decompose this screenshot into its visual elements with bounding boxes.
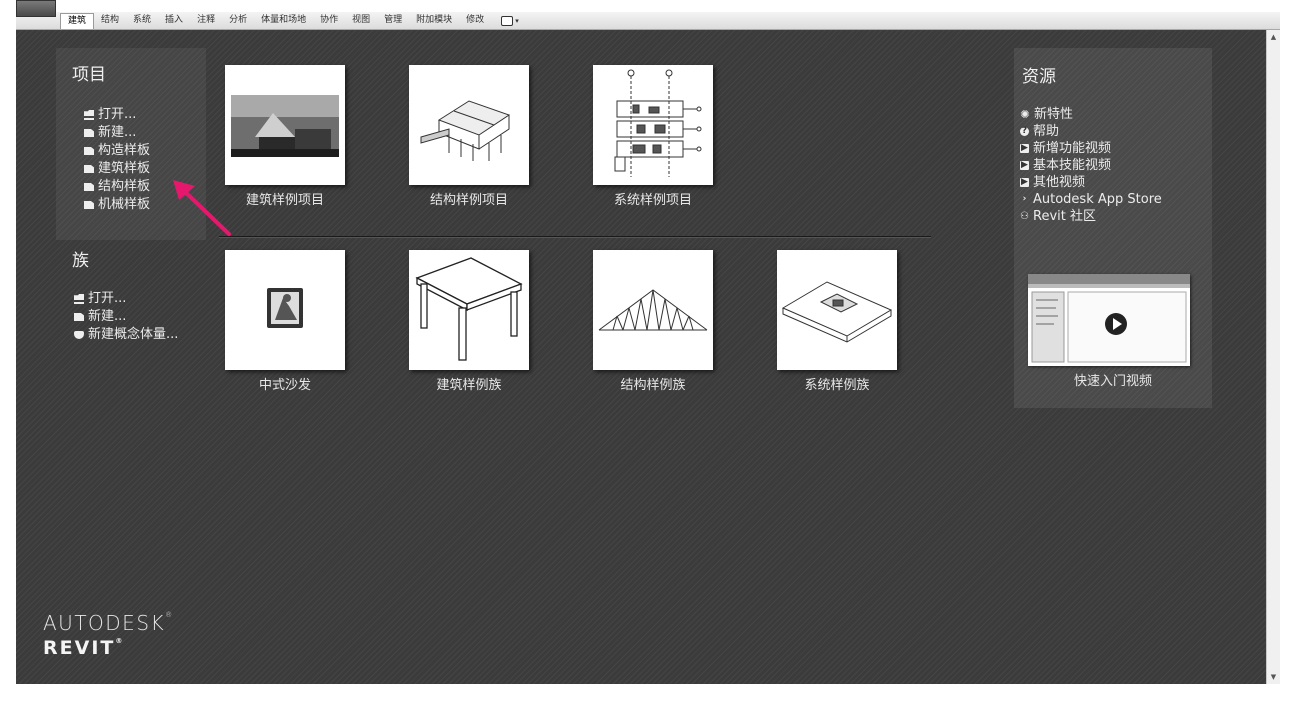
file-icon	[74, 313, 84, 321]
chevron-down-icon: ▾	[515, 16, 519, 25]
projects-title: 项目	[72, 65, 106, 85]
annotation-arrow-icon	[173, 180, 231, 236]
tile-label: 系统样例项目	[613, 193, 692, 208]
new-features-link[interactable]: ✺ 新特性	[1020, 106, 1162, 123]
section-divider	[219, 236, 931, 238]
tile-label: 中式沙发	[258, 378, 311, 393]
tab-manage[interactable]: 管理	[377, 13, 409, 28]
family-tile-architecture[interactable]: 建筑样例族	[409, 250, 529, 393]
quick-start-video-thumbnail[interactable]	[1028, 274, 1190, 366]
app-store-icon: ›	[1022, 194, 1027, 204]
help-link[interactable]: ? 帮助	[1020, 123, 1162, 140]
revit-logo: REVIT®	[43, 637, 125, 659]
tile-label: 建筑样例族	[436, 378, 502, 393]
structural-template-link[interactable]: 结构样板	[84, 178, 150, 196]
families-title: 族	[72, 251, 89, 271]
tab-architecture[interactable]: 建筑	[60, 12, 95, 29]
play-icon: ▶	[1020, 177, 1029, 187]
tile-thumbnail	[225, 250, 345, 370]
application-menu-button[interactable]	[16, 0, 56, 17]
essential-skills-videos-link[interactable]: ▶ 基本技能视频	[1020, 157, 1162, 174]
resources-link-list: ✺ 新特性 ? 帮助 ▶ 新增功能视频 ▶ 基本技能视频 ▶ 其他视频 › Autodesk…	[1020, 106, 1162, 225]
quick-start-video-label: 快速入门视频	[1073, 374, 1152, 389]
resources-title: 资源	[1022, 67, 1056, 87]
family-new-link[interactable]: 新建...	[74, 308, 178, 326]
tab-modify[interactable]: 修改	[459, 13, 491, 28]
tab-view[interactable]: 视图	[345, 13, 377, 28]
family-tile-structure[interactable]: 结构样例族	[593, 250, 713, 393]
tile-thumbnail	[593, 250, 713, 370]
play-icon: ▶	[1020, 160, 1029, 170]
tab-annotate[interactable]: 注释	[190, 13, 222, 28]
vertical-scrollbar[interactable]: ▲ ▼	[1266, 30, 1280, 684]
start-page-canvas: 项目 打开... 新建... 构造样板 建筑样板 结构样板 机械样板 族 打开.…	[16, 30, 1266, 684]
play-icon: ▶	[1020, 143, 1029, 153]
resources-panel: 资源 ✺ 新特性 ? 帮助 ▶ 新增功能视频 ▶ 基本技能视频 ▶ 其他视频 › Autod…	[1014, 48, 1212, 408]
project-tile-systems[interactable]: 系统样例项目	[593, 65, 713, 208]
file-icon	[84, 129, 94, 137]
file-icon	[84, 165, 94, 173]
folder-open-icon	[74, 294, 84, 304]
scroll-up-arrow-icon[interactable]: ▲	[1267, 30, 1280, 44]
tile-label: 系统样例族	[804, 378, 870, 393]
family-tile-systems[interactable]: 系统样例族	[777, 250, 897, 393]
project-open-link[interactable]: 打开...	[84, 106, 150, 124]
tile-label: 结构样例族	[620, 378, 686, 393]
family-tile-sofa[interactable]: 中式沙发	[225, 250, 345, 393]
tab-add-ins[interactable]: 附加模块	[409, 13, 459, 28]
tab-collaborate[interactable]: 协作	[313, 13, 345, 28]
project-tile-structure[interactable]: 结构样例项目	[409, 65, 529, 208]
tile-thumbnail	[593, 65, 713, 185]
new-features-videos-link[interactable]: ▶ 新增功能视频	[1020, 140, 1162, 157]
file-icon	[84, 147, 94, 155]
project-tile-architecture[interactable]: 建筑样例项目	[225, 65, 345, 208]
autodesk-logo: AUTODESK®	[43, 611, 174, 635]
tile-thumbnail	[409, 250, 529, 370]
tab-massing-site[interactable]: 体量和场地	[254, 13, 313, 28]
family-open-link[interactable]: 打开...	[74, 290, 178, 308]
sparkle-icon: ✺	[1020, 108, 1030, 121]
tile-thumbnail	[225, 65, 345, 185]
revit-community-link[interactable]: ⚇ Revit 社区	[1020, 208, 1162, 225]
mechanical-template-link[interactable]: 机械样板	[84, 196, 150, 214]
scroll-down-arrow-icon[interactable]: ▼	[1267, 670, 1280, 684]
tab-insert[interactable]: 插入	[158, 13, 190, 28]
revit-start-page: 建筑 结构 系统 插入 注释 分析 体量和场地 协作 视图 管理 附加模块 修改…	[0, 0, 1299, 702]
tile-label: 结构样例项目	[429, 193, 508, 208]
additional-videos-link[interactable]: ▶ 其他视频	[1020, 174, 1162, 191]
ribbon-tabs: 建筑 结构 系统 插入 注释 分析 体量和场地 协作 视图 管理 附加模块 修改…	[60, 12, 523, 29]
tile-thumbnail	[777, 250, 897, 370]
community-icon: ⚇	[1020, 211, 1029, 222]
projects-link-list: 打开... 新建... 构造样板 建筑样板 结构样板 机械样板	[84, 106, 150, 214]
tab-structure[interactable]: 结构	[94, 13, 126, 28]
folder-open-icon	[84, 110, 94, 120]
ribbon-options-dropdown[interactable]: ▾	[501, 15, 523, 26]
tab-analyze[interactable]: 分析	[222, 13, 254, 28]
help-icon: ?	[1020, 126, 1029, 136]
app-store-link[interactable]: › Autodesk App Store	[1020, 191, 1162, 208]
file-icon	[84, 201, 94, 209]
architectural-template-link[interactable]: 建筑样板	[84, 160, 150, 178]
mass-icon	[74, 331, 84, 339]
tab-systems[interactable]: 系统	[126, 13, 158, 28]
tile-thumbnail	[409, 65, 529, 185]
project-new-link[interactable]: 新建...	[84, 124, 150, 142]
file-icon	[84, 183, 94, 191]
panel-toggle-icon	[501, 15, 514, 26]
construction-template-link[interactable]: 构造样板	[84, 142, 150, 160]
families-link-list: 打开... 新建... 新建概念体量...	[74, 290, 178, 344]
new-conceptual-mass-link[interactable]: 新建概念体量...	[74, 326, 178, 344]
